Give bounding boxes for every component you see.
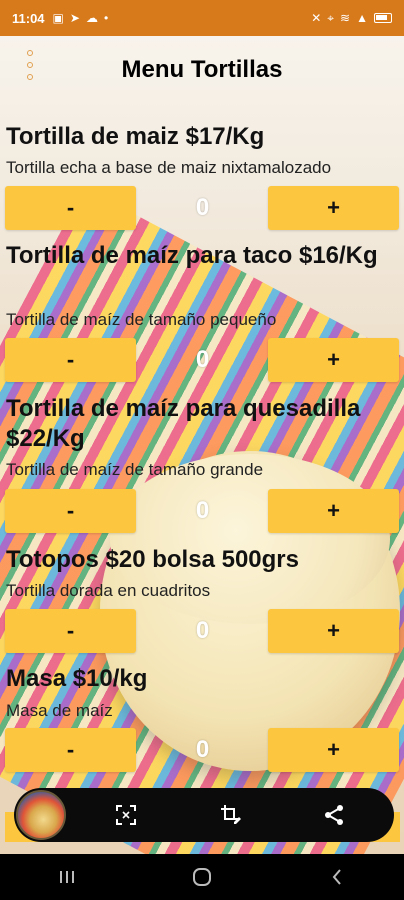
dot-notification-icon: • (103, 11, 109, 25)
product-name: Masa $10/kg (6, 665, 148, 692)
decrease-button[interactable]: - (5, 609, 136, 653)
screenshot-thumbnail[interactable] (16, 790, 66, 840)
product-name: Tortilla de maiz $17/Kg (6, 123, 265, 150)
product-name: Totopos $20 bolsa 500grs (6, 546, 299, 573)
product-description: Masa de maíz (6, 701, 113, 720)
quantity-value: 0 (195, 346, 210, 373)
increase-button[interactable]: + (268, 186, 399, 230)
product-description: Tortilla de maíz de tamaño grande (6, 460, 264, 479)
battery-icon (374, 13, 392, 23)
increase-button[interactable]: + (268, 489, 399, 533)
increase-button[interactable]: + (268, 728, 399, 772)
quantity-value: 0 (195, 194, 210, 221)
increase-button[interactable]: + (268, 338, 399, 382)
product-description: Tortilla dorada en cuadritos (6, 581, 211, 600)
quantity-value: 0 (195, 497, 210, 524)
edit-crop-icon[interactable] (214, 799, 246, 831)
home-icon[interactable] (182, 857, 222, 897)
recent-apps-icon[interactable] (47, 857, 87, 897)
product-description: Tortilla echa a base de maiz nixtamaloza… (6, 158, 332, 177)
product-name: Tortilla de maíz para taco $16/Kg (6, 242, 378, 269)
quantity-value: 0 (195, 617, 210, 644)
share-icon[interactable] (318, 799, 350, 831)
cloud-notification-icon: ☁ (85, 11, 98, 25)
telegram-notification-icon: ➤ (69, 11, 80, 25)
product-description: Tortilla de maíz de tamaño pequeño (6, 310, 277, 329)
wifi-icon: ≋ (340, 11, 351, 25)
screenshot-action-bar (14, 788, 394, 842)
page-title: Menu Tortillas (121, 56, 283, 83)
status-time: 11:04 (12, 10, 45, 26)
product-name: Tortilla de maíz para quesadilla $22/Kg (6, 395, 361, 452)
signal-icon: ▲ (356, 11, 368, 25)
increase-button[interactable]: + (268, 609, 399, 653)
quantity-value: 0 (195, 736, 210, 763)
system-nav-bar (0, 854, 404, 900)
screenshot-icon[interactable] (110, 799, 142, 831)
location-icon: ⌖ (327, 10, 335, 25)
status-bar: 11:04 ▣ ➤ ☁ • ✕ ⌖ ≋ ▲ (0, 0, 404, 36)
gallery-notification-icon: ▣ (52, 11, 64, 25)
decrease-button[interactable]: - (5, 338, 136, 382)
decrease-button[interactable]: - (5, 728, 136, 772)
decrease-button[interactable]: - (5, 186, 136, 230)
decrease-button[interactable]: - (5, 489, 136, 533)
mute-icon: ✕ (311, 11, 322, 25)
back-icon[interactable] (317, 857, 357, 897)
